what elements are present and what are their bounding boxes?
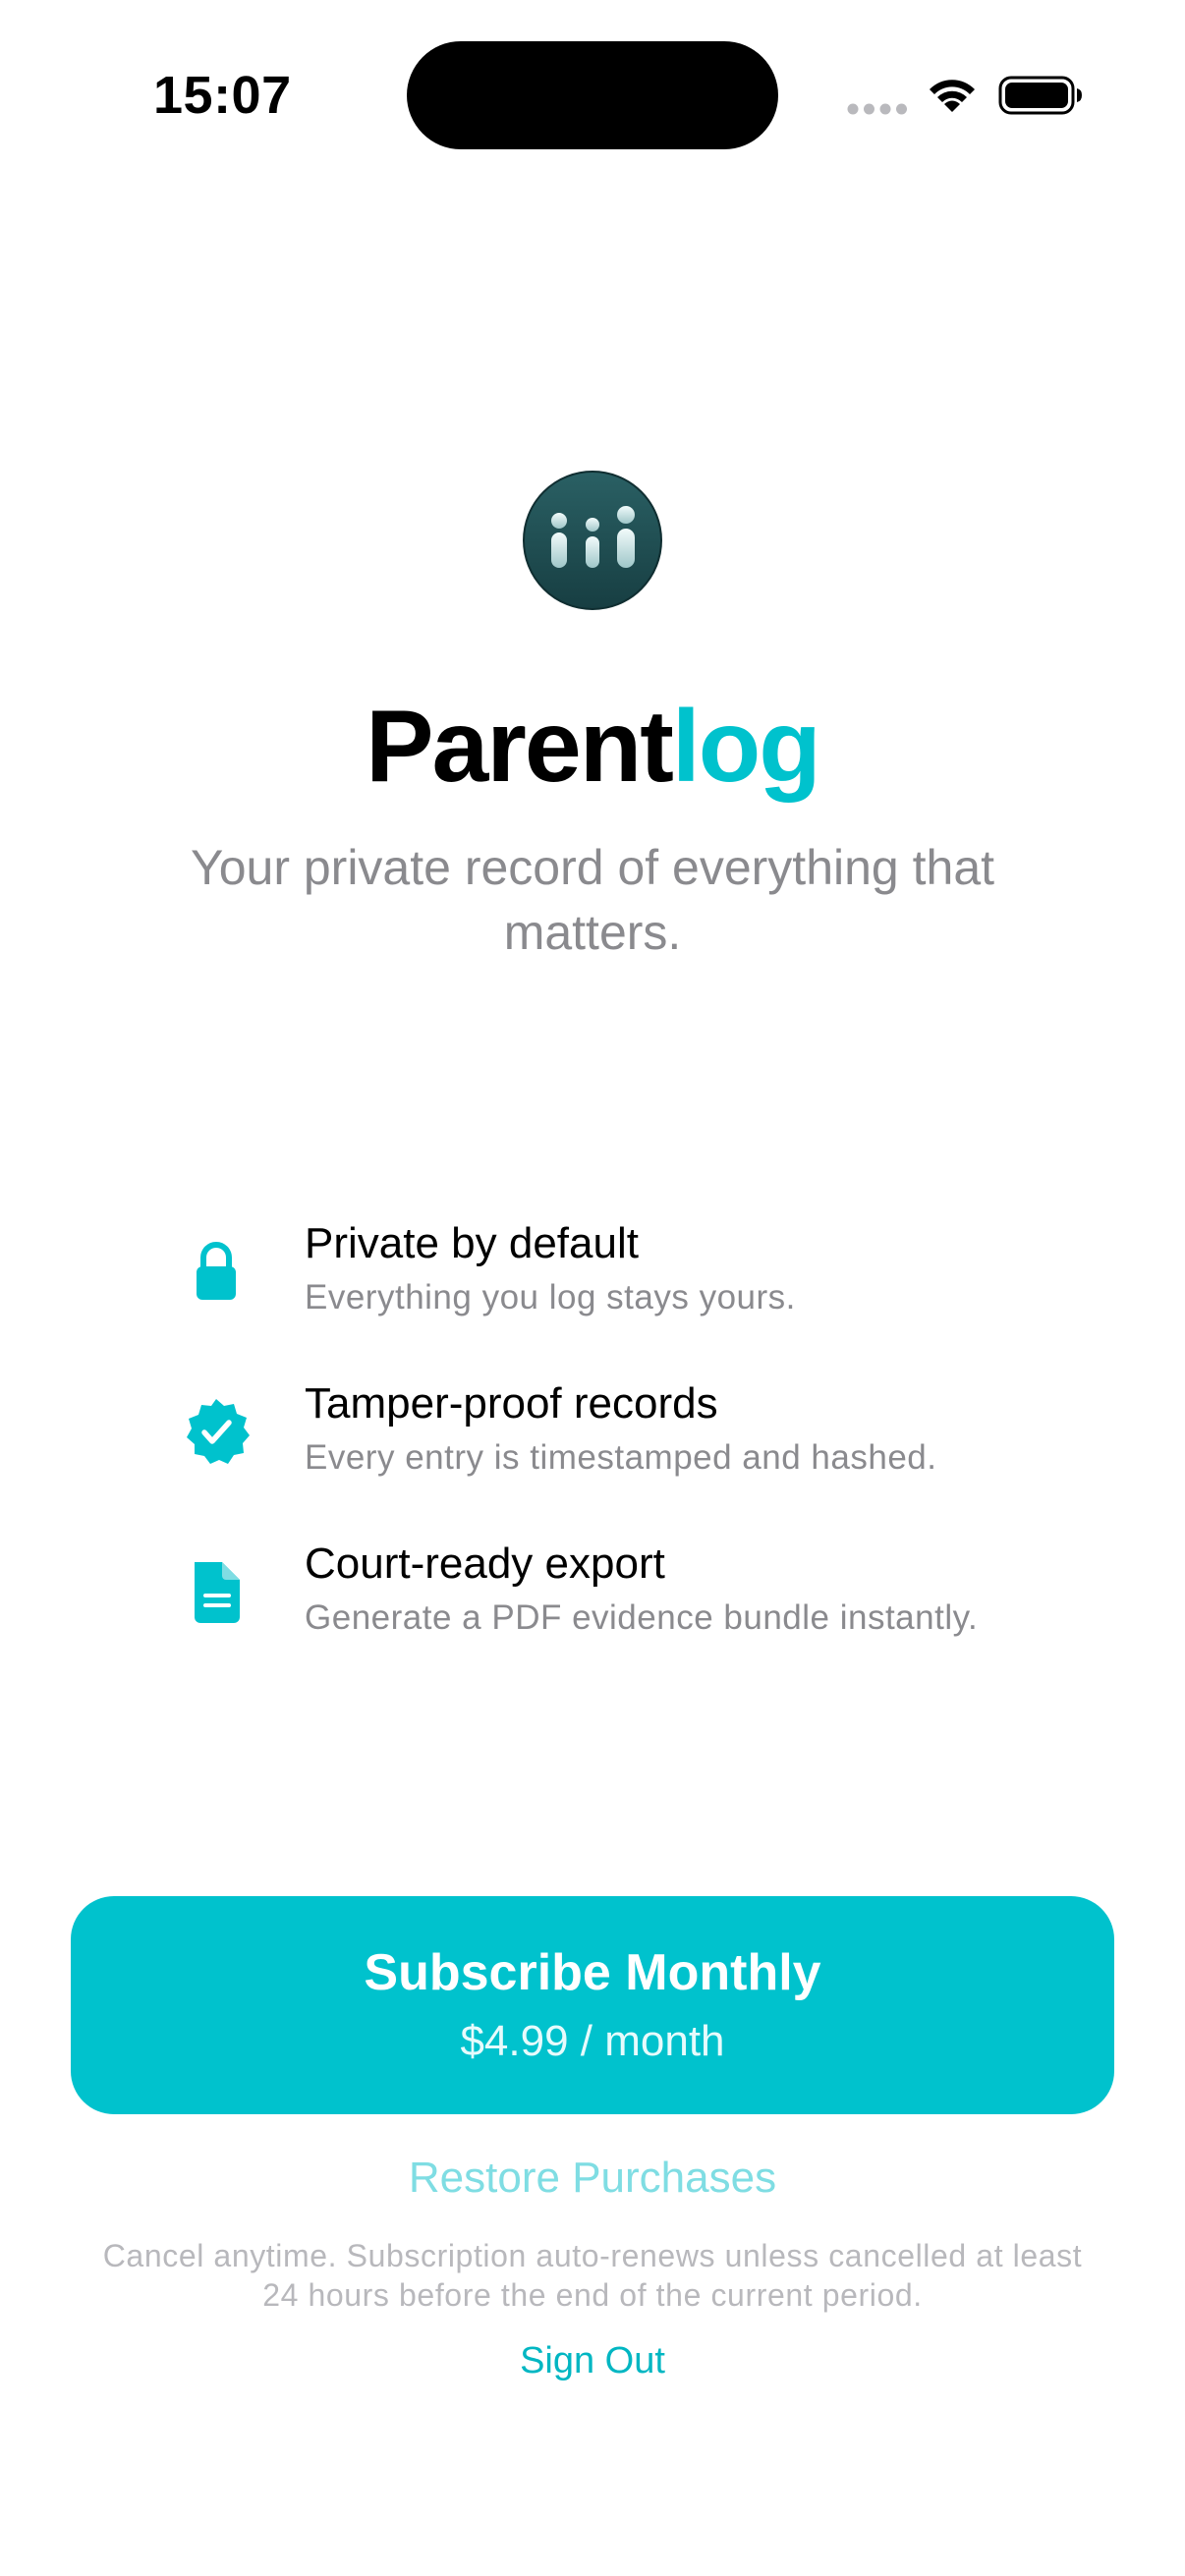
app-title-part-2: log bbox=[671, 690, 821, 804]
wifi-icon bbox=[930, 80, 975, 112]
feature-title: Tamper-proof records bbox=[305, 1379, 718, 1428]
document-icon bbox=[195, 1562, 240, 1623]
subscribe-monthly-button[interactable]: Subscribe Monthly $4.99 / month bbox=[71, 1896, 1114, 2114]
feature-item: Private by default Everything you log st… bbox=[0, 1208, 1185, 1336]
battery-icon bbox=[998, 76, 1082, 115]
feature-description: Every entry is timestamped and hashed. bbox=[305, 1438, 937, 1477]
feature-item: Court-ready export Generate a PDF eviden… bbox=[0, 1529, 1185, 1656]
lock-icon bbox=[197, 1242, 236, 1300]
tagline: Your private record of everything that m… bbox=[190, 840, 995, 960]
cellular-signal-icon bbox=[847, 103, 907, 115]
app-title: Parentlog bbox=[0, 688, 1185, 806]
verified-badge-icon bbox=[187, 1399, 250, 1464]
feature-title: Court-ready export bbox=[305, 1540, 665, 1588]
feature-description: Generate a PDF evidence bundle instantly… bbox=[305, 1598, 979, 1637]
restore-purchases-button[interactable]: Restore Purchases bbox=[0, 2150, 1185, 2207]
sign-out-button[interactable]: Sign Out bbox=[0, 2336, 1185, 2385]
feature-title: Private by default bbox=[305, 1219, 639, 1267]
parentlog-logo-icon bbox=[523, 471, 662, 610]
subscribe-button-title: Subscribe Monthly bbox=[364, 1944, 821, 2001]
app-title-part-1: Parent bbox=[366, 690, 674, 804]
feature-item: Tamper-proof records Every entry is time… bbox=[0, 1369, 1185, 1496]
dynamic-island bbox=[407, 41, 778, 149]
status-time: 15:07 bbox=[153, 66, 292, 125]
subscribe-button-price: $4.99 / month bbox=[460, 2017, 725, 2065]
status-bar: 15:07 bbox=[0, 0, 1185, 196]
feature-description: Everything you log stays yours. bbox=[305, 1278, 796, 1316]
subscription-disclaimer: Cancel anytime. Subscription auto-renews… bbox=[102, 2238, 1083, 2313]
